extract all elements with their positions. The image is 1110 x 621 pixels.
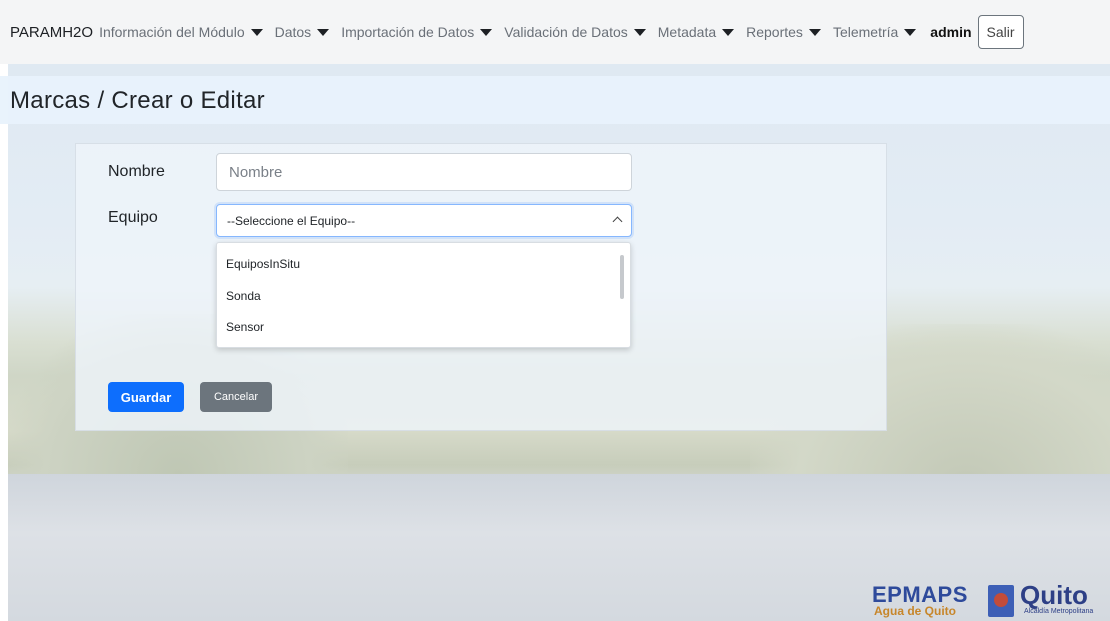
caret-down-icon [722,28,735,36]
dropdown-option-sonda[interactable]: Sonda [226,289,261,303]
nombre-input[interactable] [216,153,632,191]
logo-tagline: Agua de Quito [874,604,956,618]
dropdown-scrollbar[interactable] [620,255,624,299]
equipo-selected-value: --Seleccione el Equipo-- [227,213,356,228]
caret-down-icon [808,28,821,36]
nav-item-informacion-modulo[interactable]: Información del Módulo [99,24,267,40]
nav-item-metadata[interactable]: Metadata [658,24,738,40]
caret-down-icon [317,28,330,36]
save-button[interactable]: Guardar [108,382,184,412]
logo-quito-text: Quito [1020,580,1088,610]
equipo-label: Equipo [108,209,158,226]
top-navbar: PARAMH2O Información del Módulo Datos Im… [0,0,1110,64]
nav-item-label: Reportes [746,24,803,40]
nav-item-importacion-datos[interactable]: Importación de Datos [341,24,496,40]
nav-item-validacion-datos[interactable]: Validación de Datos [504,24,649,40]
nav-item-datos[interactable]: Datos [275,24,334,40]
dropdown-option-sensor[interactable]: Sensor [226,320,264,334]
dropdown-option-equiposinsitu[interactable]: EquiposInSitu [226,257,300,271]
epmaps-quito-logo: EPMAPS Agua de Quito Quito Alcaldía Metr… [872,580,1110,621]
brand-link[interactable]: PARAMH2O [10,24,93,41]
city-seal-icon [988,585,1014,617]
nav-item-label: Validación de Datos [504,24,628,40]
nav-item-label: Metadata [657,24,717,40]
nav-item-label: Datos [274,24,312,40]
equipo-dropdown-list: EquiposInSitu Sonda Sensor [216,242,631,348]
nombre-label: Nombre [108,163,165,180]
chevron-up-icon [612,216,623,227]
nav-item-telemetria[interactable]: Telemetría [833,24,920,40]
nav-item-label: Importación de Datos [341,24,475,40]
nav-item-reportes[interactable]: Reportes [746,24,825,40]
equipo-select[interactable]: --Seleccione el Equipo-- [216,204,632,237]
caret-down-icon [633,28,646,36]
caret-down-icon [250,28,263,36]
caret-down-icon [480,28,493,36]
nav-item-label: Telemetría [832,24,899,40]
page-title: Marcas / Crear o Editar [10,87,265,114]
nav-item-label: Información del Módulo [99,24,245,40]
caret-down-icon [904,28,917,36]
logout-button[interactable]: Salir [977,15,1024,49]
cancel-button[interactable]: Cancelar [200,382,272,412]
logo-alcaldia-text: Alcaldía Metropolitana [1024,608,1094,615]
current-user[interactable]: admin [930,24,971,40]
